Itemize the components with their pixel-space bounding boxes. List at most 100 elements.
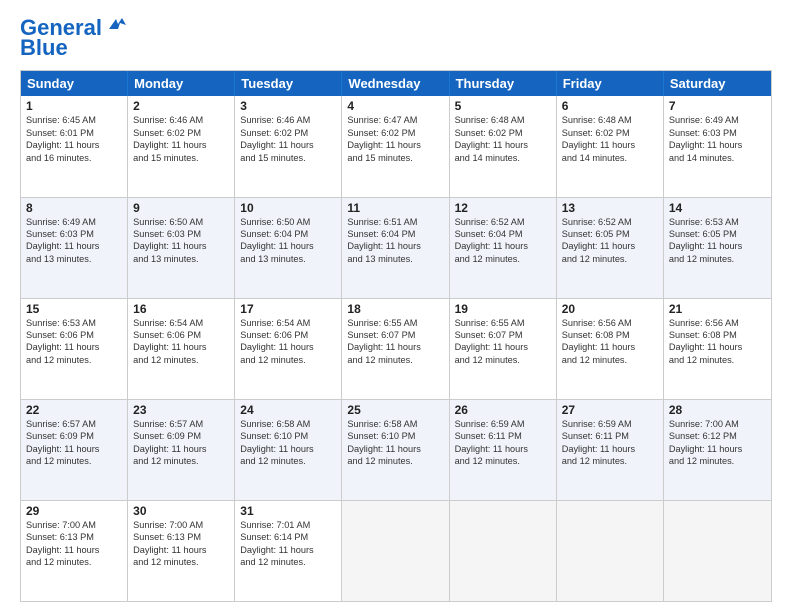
day-info: Sunrise: 6:54 AM Sunset: 6:06 PM Dayligh… [240, 317, 336, 367]
day-number: 19 [455, 302, 551, 316]
day-cell-23: 23Sunrise: 6:57 AM Sunset: 6:09 PM Dayli… [128, 400, 235, 500]
day-info: Sunrise: 6:45 AM Sunset: 6:01 PM Dayligh… [26, 114, 122, 164]
day-cell-28: 28Sunrise: 7:00 AM Sunset: 6:12 PM Dayli… [664, 400, 771, 500]
day-info: Sunrise: 7:00 AM Sunset: 6:13 PM Dayligh… [26, 519, 122, 569]
day-cell-16: 16Sunrise: 6:54 AM Sunset: 6:06 PM Dayli… [128, 299, 235, 399]
day-info: Sunrise: 6:52 AM Sunset: 6:04 PM Dayligh… [455, 216, 551, 266]
day-number: 24 [240, 403, 336, 417]
day-number: 28 [669, 403, 766, 417]
day-number: 18 [347, 302, 443, 316]
day-info: Sunrise: 6:59 AM Sunset: 6:11 PM Dayligh… [562, 418, 658, 468]
day-number: 13 [562, 201, 658, 215]
day-number: 3 [240, 99, 336, 113]
empty-cell [342, 501, 449, 601]
day-number: 8 [26, 201, 122, 215]
day-number: 1 [26, 99, 122, 113]
empty-cell [450, 501, 557, 601]
weekday-header-tuesday: Tuesday [235, 71, 342, 96]
day-cell-17: 17Sunrise: 6:54 AM Sunset: 6:06 PM Dayli… [235, 299, 342, 399]
day-cell-15: 15Sunrise: 6:53 AM Sunset: 6:06 PM Dayli… [21, 299, 128, 399]
header: General Blue [20, 16, 772, 60]
weekday-header-sunday: Sunday [21, 71, 128, 96]
day-number: 31 [240, 504, 336, 518]
day-info: Sunrise: 6:46 AM Sunset: 6:02 PM Dayligh… [133, 114, 229, 164]
day-info: Sunrise: 6:56 AM Sunset: 6:08 PM Dayligh… [669, 317, 766, 367]
day-cell-8: 8Sunrise: 6:49 AM Sunset: 6:03 PM Daylig… [21, 198, 128, 298]
day-info: Sunrise: 6:56 AM Sunset: 6:08 PM Dayligh… [562, 317, 658, 367]
day-number: 15 [26, 302, 122, 316]
day-number: 14 [669, 201, 766, 215]
calendar-header: SundayMondayTuesdayWednesdayThursdayFrid… [21, 71, 771, 96]
empty-cell [664, 501, 771, 601]
day-cell-20: 20Sunrise: 6:56 AM Sunset: 6:08 PM Dayli… [557, 299, 664, 399]
day-cell-5: 5Sunrise: 6:48 AM Sunset: 6:02 PM Daylig… [450, 96, 557, 196]
day-number: 11 [347, 201, 443, 215]
day-info: Sunrise: 6:46 AM Sunset: 6:02 PM Dayligh… [240, 114, 336, 164]
day-info: Sunrise: 6:49 AM Sunset: 6:03 PM Dayligh… [26, 216, 122, 266]
day-info: Sunrise: 6:48 AM Sunset: 6:02 PM Dayligh… [562, 114, 658, 164]
logo-bird-icon [104, 15, 126, 33]
day-cell-22: 22Sunrise: 6:57 AM Sunset: 6:09 PM Dayli… [21, 400, 128, 500]
day-info: Sunrise: 6:57 AM Sunset: 6:09 PM Dayligh… [26, 418, 122, 468]
day-cell-21: 21Sunrise: 6:56 AM Sunset: 6:08 PM Dayli… [664, 299, 771, 399]
day-cell-3: 3Sunrise: 6:46 AM Sunset: 6:02 PM Daylig… [235, 96, 342, 196]
day-info: Sunrise: 6:51 AM Sunset: 6:04 PM Dayligh… [347, 216, 443, 266]
day-number: 25 [347, 403, 443, 417]
day-number: 16 [133, 302, 229, 316]
calendar-row-3: 22Sunrise: 6:57 AM Sunset: 6:09 PM Dayli… [21, 399, 771, 500]
day-info: Sunrise: 6:48 AM Sunset: 6:02 PM Dayligh… [455, 114, 551, 164]
day-cell-1: 1Sunrise: 6:45 AM Sunset: 6:01 PM Daylig… [21, 96, 128, 196]
day-info: Sunrise: 7:00 AM Sunset: 6:12 PM Dayligh… [669, 418, 766, 468]
day-cell-31: 31Sunrise: 7:01 AM Sunset: 6:14 PM Dayli… [235, 501, 342, 601]
day-cell-18: 18Sunrise: 6:55 AM Sunset: 6:07 PM Dayli… [342, 299, 449, 399]
calendar-body: 1Sunrise: 6:45 AM Sunset: 6:01 PM Daylig… [21, 96, 771, 601]
calendar-page: General Blue SundayMondayTuesdayWednesda… [0, 0, 792, 612]
day-number: 6 [562, 99, 658, 113]
calendar: SundayMondayTuesdayWednesdayThursdayFrid… [20, 70, 772, 602]
day-cell-25: 25Sunrise: 6:58 AM Sunset: 6:10 PM Dayli… [342, 400, 449, 500]
day-cell-27: 27Sunrise: 6:59 AM Sunset: 6:11 PM Dayli… [557, 400, 664, 500]
day-number: 20 [562, 302, 658, 316]
day-info: Sunrise: 6:50 AM Sunset: 6:04 PM Dayligh… [240, 216, 336, 266]
day-info: Sunrise: 6:53 AM Sunset: 6:06 PM Dayligh… [26, 317, 122, 367]
day-number: 9 [133, 201, 229, 215]
day-number: 17 [240, 302, 336, 316]
logo: General Blue [20, 16, 126, 60]
day-cell-11: 11Sunrise: 6:51 AM Sunset: 6:04 PM Dayli… [342, 198, 449, 298]
day-cell-24: 24Sunrise: 6:58 AM Sunset: 6:10 PM Dayli… [235, 400, 342, 500]
day-info: Sunrise: 6:54 AM Sunset: 6:06 PM Dayligh… [133, 317, 229, 367]
day-number: 30 [133, 504, 229, 518]
day-number: 26 [455, 403, 551, 417]
day-number: 21 [669, 302, 766, 316]
day-number: 2 [133, 99, 229, 113]
weekday-header-wednesday: Wednesday [342, 71, 449, 96]
day-info: Sunrise: 6:55 AM Sunset: 6:07 PM Dayligh… [455, 317, 551, 367]
logo-blue: Blue [20, 36, 68, 60]
day-number: 27 [562, 403, 658, 417]
empty-cell [557, 501, 664, 601]
calendar-row-0: 1Sunrise: 6:45 AM Sunset: 6:01 PM Daylig… [21, 96, 771, 196]
day-info: Sunrise: 6:55 AM Sunset: 6:07 PM Dayligh… [347, 317, 443, 367]
logo-blue-text: Blue [20, 35, 68, 60]
day-info: Sunrise: 6:50 AM Sunset: 6:03 PM Dayligh… [133, 216, 229, 266]
day-info: Sunrise: 7:01 AM Sunset: 6:14 PM Dayligh… [240, 519, 336, 569]
day-cell-7: 7Sunrise: 6:49 AM Sunset: 6:03 PM Daylig… [664, 96, 771, 196]
day-cell-13: 13Sunrise: 6:52 AM Sunset: 6:05 PM Dayli… [557, 198, 664, 298]
weekday-header-friday: Friday [557, 71, 664, 96]
day-cell-12: 12Sunrise: 6:52 AM Sunset: 6:04 PM Dayli… [450, 198, 557, 298]
day-cell-30: 30Sunrise: 7:00 AM Sunset: 6:13 PM Dayli… [128, 501, 235, 601]
day-info: Sunrise: 6:47 AM Sunset: 6:02 PM Dayligh… [347, 114, 443, 164]
day-cell-14: 14Sunrise: 6:53 AM Sunset: 6:05 PM Dayli… [664, 198, 771, 298]
day-cell-19: 19Sunrise: 6:55 AM Sunset: 6:07 PM Dayli… [450, 299, 557, 399]
day-number: 5 [455, 99, 551, 113]
day-cell-6: 6Sunrise: 6:48 AM Sunset: 6:02 PM Daylig… [557, 96, 664, 196]
day-cell-29: 29Sunrise: 7:00 AM Sunset: 6:13 PM Dayli… [21, 501, 128, 601]
day-number: 10 [240, 201, 336, 215]
calendar-row-1: 8Sunrise: 6:49 AM Sunset: 6:03 PM Daylig… [21, 197, 771, 298]
day-number: 23 [133, 403, 229, 417]
day-info: Sunrise: 6:52 AM Sunset: 6:05 PM Dayligh… [562, 216, 658, 266]
day-info: Sunrise: 6:58 AM Sunset: 6:10 PM Dayligh… [240, 418, 336, 468]
weekday-header-thursday: Thursday [450, 71, 557, 96]
day-number: 29 [26, 504, 122, 518]
day-cell-26: 26Sunrise: 6:59 AM Sunset: 6:11 PM Dayli… [450, 400, 557, 500]
